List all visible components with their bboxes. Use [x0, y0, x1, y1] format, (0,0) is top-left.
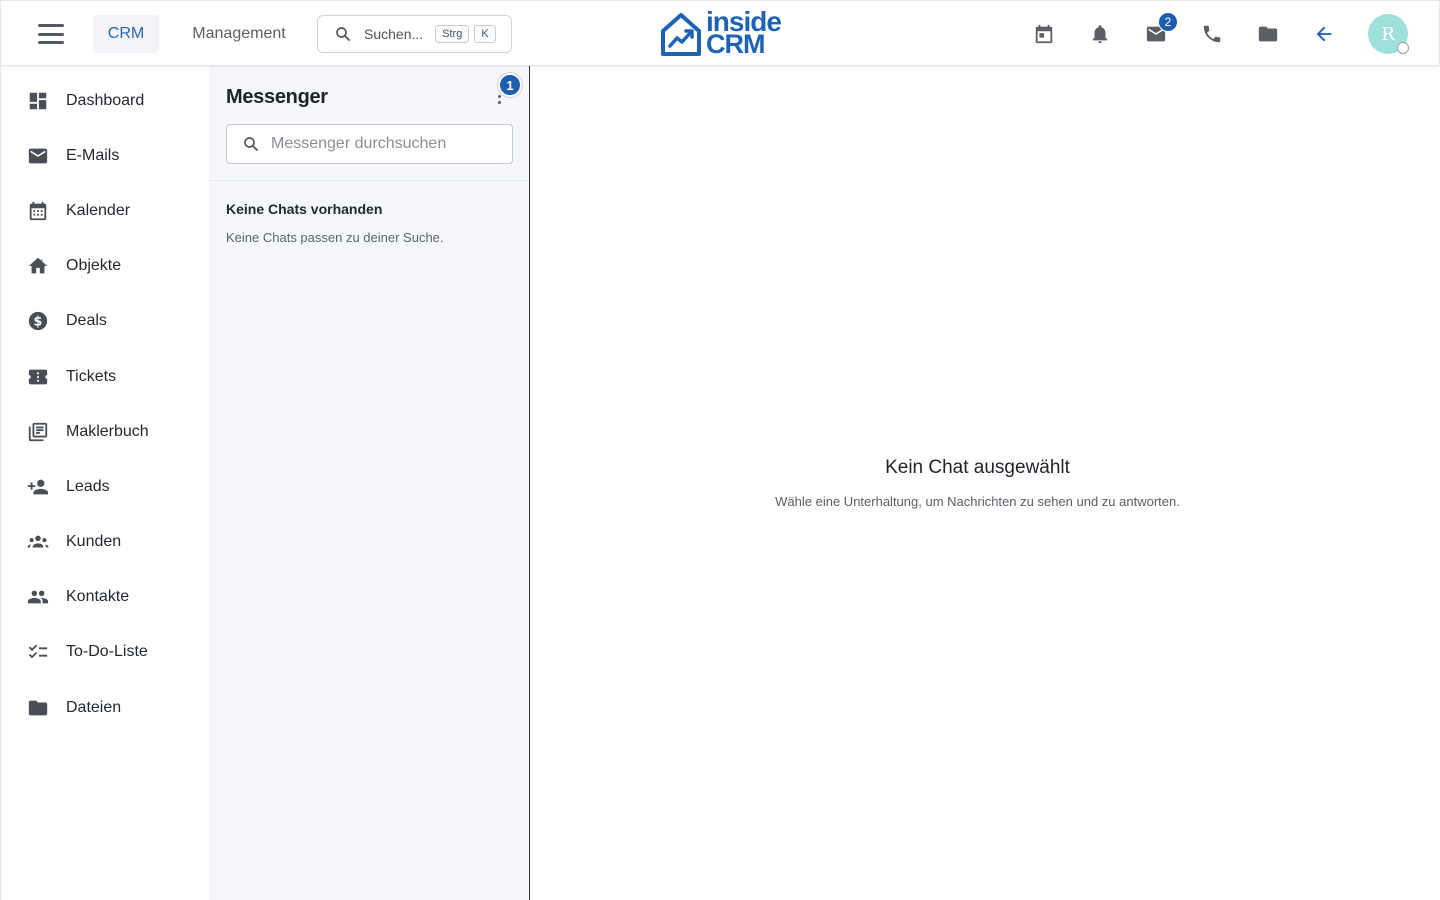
checklist-icon — [27, 641, 49, 663]
sidebar-item-kontakte[interactable]: Kontakte — [1, 572, 210, 622]
bell-icon[interactable] — [1086, 20, 1114, 48]
hamburger-menu-icon[interactable] — [31, 21, 71, 47]
inside-crm-logo[interactable]: inside CRM — [659, 6, 783, 59]
messenger-search-field[interactable] — [226, 124, 513, 164]
groups-icon — [27, 531, 49, 553]
house-icon — [27, 255, 49, 277]
top-bar: CRM Management Suchen... Strg K inside C… — [0, 0, 1440, 66]
mail-badge: 2 — [1158, 12, 1178, 32]
calendar-icon[interactable] — [1030, 20, 1058, 48]
messenger-badge: 1 — [498, 73, 522, 97]
sidebar-item-maklerbuch[interactable]: Maklerbuch — [1, 407, 210, 457]
search-icon — [244, 137, 258, 151]
messenger-search-input[interactable] — [271, 135, 501, 153]
logo-text: inside CRM — [706, 6, 782, 59]
tab-management[interactable]: Management — [177, 15, 301, 53]
folder-icon — [27, 697, 49, 719]
no-chat-subtitle: Wähle eine Unterhaltung, um Nachrichten … — [775, 494, 1180, 509]
logo-house-icon — [661, 13, 701, 56]
messenger-title: Messenger — [226, 86, 328, 108]
chat-main-area: Kein Chat ausgewählt Wähle eine Unterhal… — [531, 66, 1440, 900]
empty-chats-subtitle: Keine Chats passen zu deiner Suche. — [226, 230, 444, 245]
avatar-status-indicator — [1397, 42, 1409, 54]
search-icon — [336, 27, 350, 41]
tab-crm[interactable]: CRM — [93, 15, 159, 53]
sidebar-item-objekte[interactable]: Objekte — [1, 241, 210, 291]
sidebar-nav: Dashboard E-Mails Kalender Objekte $ Dea… — [0, 66, 212, 900]
sidebar-item-tickets[interactable]: Tickets — [1, 352, 210, 402]
svg-text:$: $ — [34, 315, 43, 330]
dashboard-icon — [27, 90, 49, 112]
library-icon — [27, 421, 49, 443]
sidebar-item-kalender[interactable]: Kalender — [1, 186, 210, 236]
global-search-placeholder: Suchen... — [364, 26, 424, 42]
dollar-circle-icon: $ — [27, 310, 49, 332]
empty-chats-title: Keine Chats vorhanden — [226, 201, 383, 217]
sidebar-item-dateien[interactable]: Dateien — [1, 683, 210, 733]
messenger-divider — [209, 180, 528, 181]
sidebar-item-leads[interactable]: Leads — [1, 462, 210, 512]
people-icon — [27, 586, 49, 608]
calendar-icon — [27, 200, 49, 222]
folder-icon[interactable] — [1254, 20, 1282, 48]
sidebar-item-todo-liste[interactable]: To-Do-Liste — [1, 627, 210, 677]
mail-icon — [27, 145, 49, 167]
arrow-left-icon[interactable] — [1310, 20, 1338, 48]
sidebar-item-emails[interactable]: E-Mails — [1, 131, 210, 181]
messenger-panel: Messenger 1 Keine Chats vorhanden Keine … — [209, 66, 530, 900]
shortcut-k-key: K — [474, 25, 496, 43]
global-search-input[interactable]: Suchen... Strg K — [317, 15, 512, 53]
sidebar-item-deals[interactable]: $ Deals — [1, 296, 210, 346]
phone-icon[interactable] — [1198, 20, 1226, 48]
ticket-icon — [27, 366, 49, 388]
sidebar-item-kunden[interactable]: Kunden — [1, 517, 210, 567]
no-chat-title: Kein Chat ausgewählt — [885, 457, 1070, 478]
sidebar-item-dashboard[interactable]: Dashboard — [1, 76, 210, 126]
person-add-icon — [27, 476, 49, 498]
shortcut-strg-key: Strg — [435, 25, 470, 43]
